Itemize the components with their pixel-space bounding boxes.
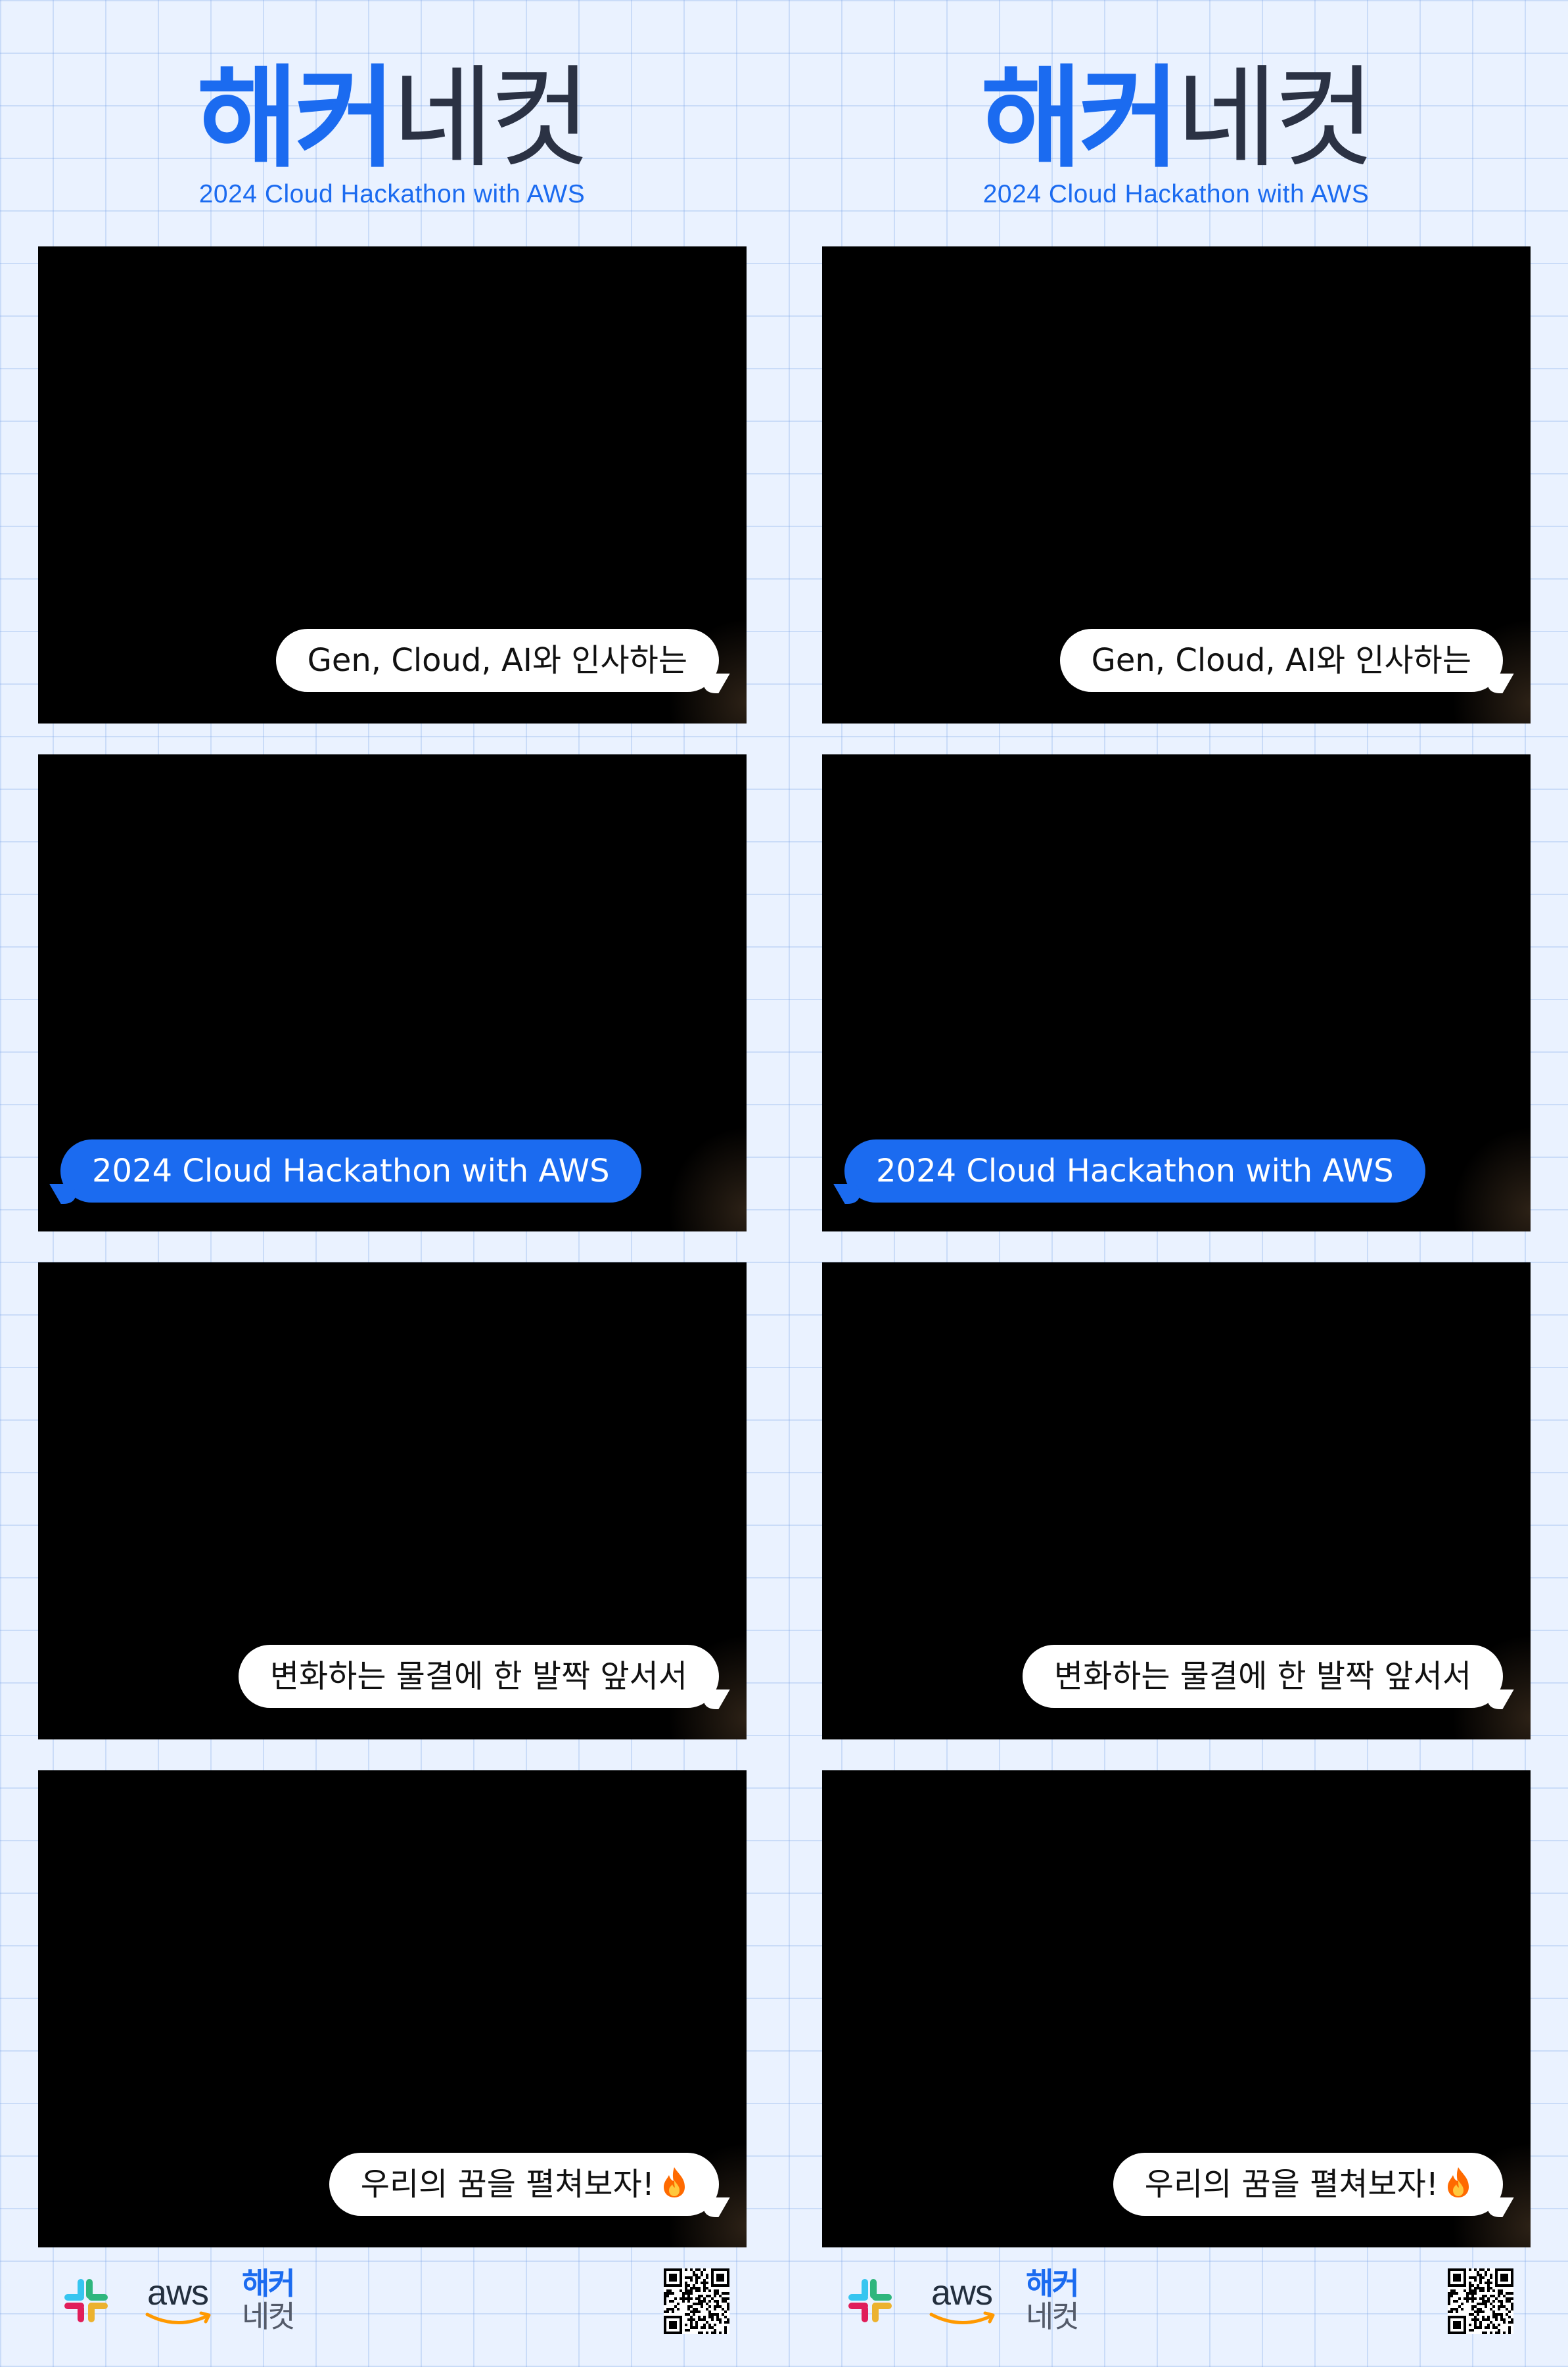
caption-text-2: 2024 Cloud Hackathon with AWS (92, 1153, 610, 1189)
caption-text-4: 우리의 꿈을 펼쳐보자! (360, 2166, 655, 2203)
photo-frame-1: Gen, Cloud, AI와 인사하는 (822, 246, 1531, 724)
strip-header: 해커네컷 2024 Cloud Hackathon with AWS (784, 0, 1568, 237)
caption-bubble-1: Gen, Cloud, AI와 인사하는 (275, 629, 719, 692)
caption-bubble-4: 우리의 꿈을 펼쳐보자! (329, 2153, 719, 2216)
photo-strip-left: 해커네컷 2024 Cloud Hackathon with AWS Gen, … (0, 0, 784, 2367)
photo-frame-3: 변화하는 물결에 한 발짝 앞서서 (38, 1262, 747, 1739)
caption-bubble-3: 변화하는 물결에 한 발짝 앞서서 (1022, 1645, 1503, 1708)
mini-brand-thin: 네컷 (242, 2299, 296, 2334)
brand-title-bold: 해커 (196, 54, 396, 183)
caption-bubble-2: 2024 Cloud Hackathon with AWS (60, 1139, 641, 1203)
qr-code (664, 2268, 729, 2334)
photo-frame-4: 우리의 꿈을 펼쳐보자! (822, 1770, 1531, 2247)
mini-brand-bold: 해커 (242, 2266, 296, 2301)
hacker-necut-logo: 해커 네컷 (1026, 2267, 1105, 2333)
slack-logo (846, 2276, 894, 2325)
caption-text-1: Gen, Cloud, AI와 인사하는 (307, 642, 687, 679)
brand-title-bold: 해커 (980, 54, 1180, 183)
photo-frame-3: 변화하는 물결에 한 발짝 앞서서 (822, 1262, 1531, 1739)
caption-text-2: 2024 Cloud Hackathon with AWS (876, 1153, 1394, 1189)
fire-icon (661, 2157, 687, 2197)
caption-bubble-4: 우리의 꿈을 펼쳐보자! (1113, 2153, 1503, 2216)
caption-text-4: 우리의 꿈을 펼쳐보자! (1144, 2166, 1439, 2203)
strip-footer: aws 해커 네컷 (784, 2261, 1568, 2339)
photo-frame-1: Gen, Cloud, AI와 인사하는 (38, 246, 747, 724)
photo-frame-2: 2024 Cloud Hackathon with AWS (822, 754, 1531, 1231)
photo-frame-4: 우리의 꿈을 펼쳐보자! (38, 1770, 747, 2247)
brand-title: 해커네컷 (784, 59, 1568, 177)
caption-text-3: 변화하는 물결에 한 발짝 앞서서 (1053, 1658, 1471, 1695)
caption-text-1: Gen, Cloud, AI와 인사하는 (1091, 642, 1471, 679)
caption-bubble-2: 2024 Cloud Hackathon with AWS (844, 1139, 1425, 1203)
brand-subtitle: 2024 Cloud Hackathon with AWS (982, 180, 1370, 208)
photo-strip-right: 해커네컷 2024 Cloud Hackathon with AWS Gen, … (784, 0, 1568, 2367)
aws-smile-icon (929, 2311, 995, 2324)
strip-header: 해커네컷 2024 Cloud Hackathon with AWS (0, 0, 784, 237)
qr-code (1448, 2268, 1513, 2334)
brand-title-thin: 네컷 (392, 54, 591, 183)
brand-title-thin: 네컷 (1176, 54, 1375, 183)
aws-logo: aws (927, 2272, 1000, 2332)
hacker-necut-logo: 해커 네컷 (242, 2267, 321, 2333)
mini-brand-bold: 해커 (1026, 2266, 1080, 2301)
aws-logo-text: aws (147, 2273, 209, 2312)
caption-text-3: 변화하는 물결에 한 발짝 앞서서 (269, 1658, 687, 1695)
photo-frame-2: 2024 Cloud Hackathon with AWS (38, 754, 747, 1231)
brand-title: 해커네컷 (0, 59, 784, 177)
aws-logo-text: aws (931, 2273, 993, 2312)
mini-brand-thin: 네컷 (1026, 2299, 1080, 2334)
slack-logo (62, 2276, 110, 2325)
aws-smile-icon (145, 2311, 211, 2324)
caption-bubble-1: Gen, Cloud, AI와 인사하는 (1059, 629, 1503, 692)
caption-bubble-3: 변화하는 물결에 한 발짝 앞서서 (238, 1645, 719, 1708)
brand-subtitle: 2024 Cloud Hackathon with AWS (198, 180, 586, 208)
strip-footer: aws 해커 네컷 (0, 2261, 784, 2339)
fire-icon (1445, 2157, 1471, 2197)
aws-logo: aws (143, 2272, 216, 2332)
